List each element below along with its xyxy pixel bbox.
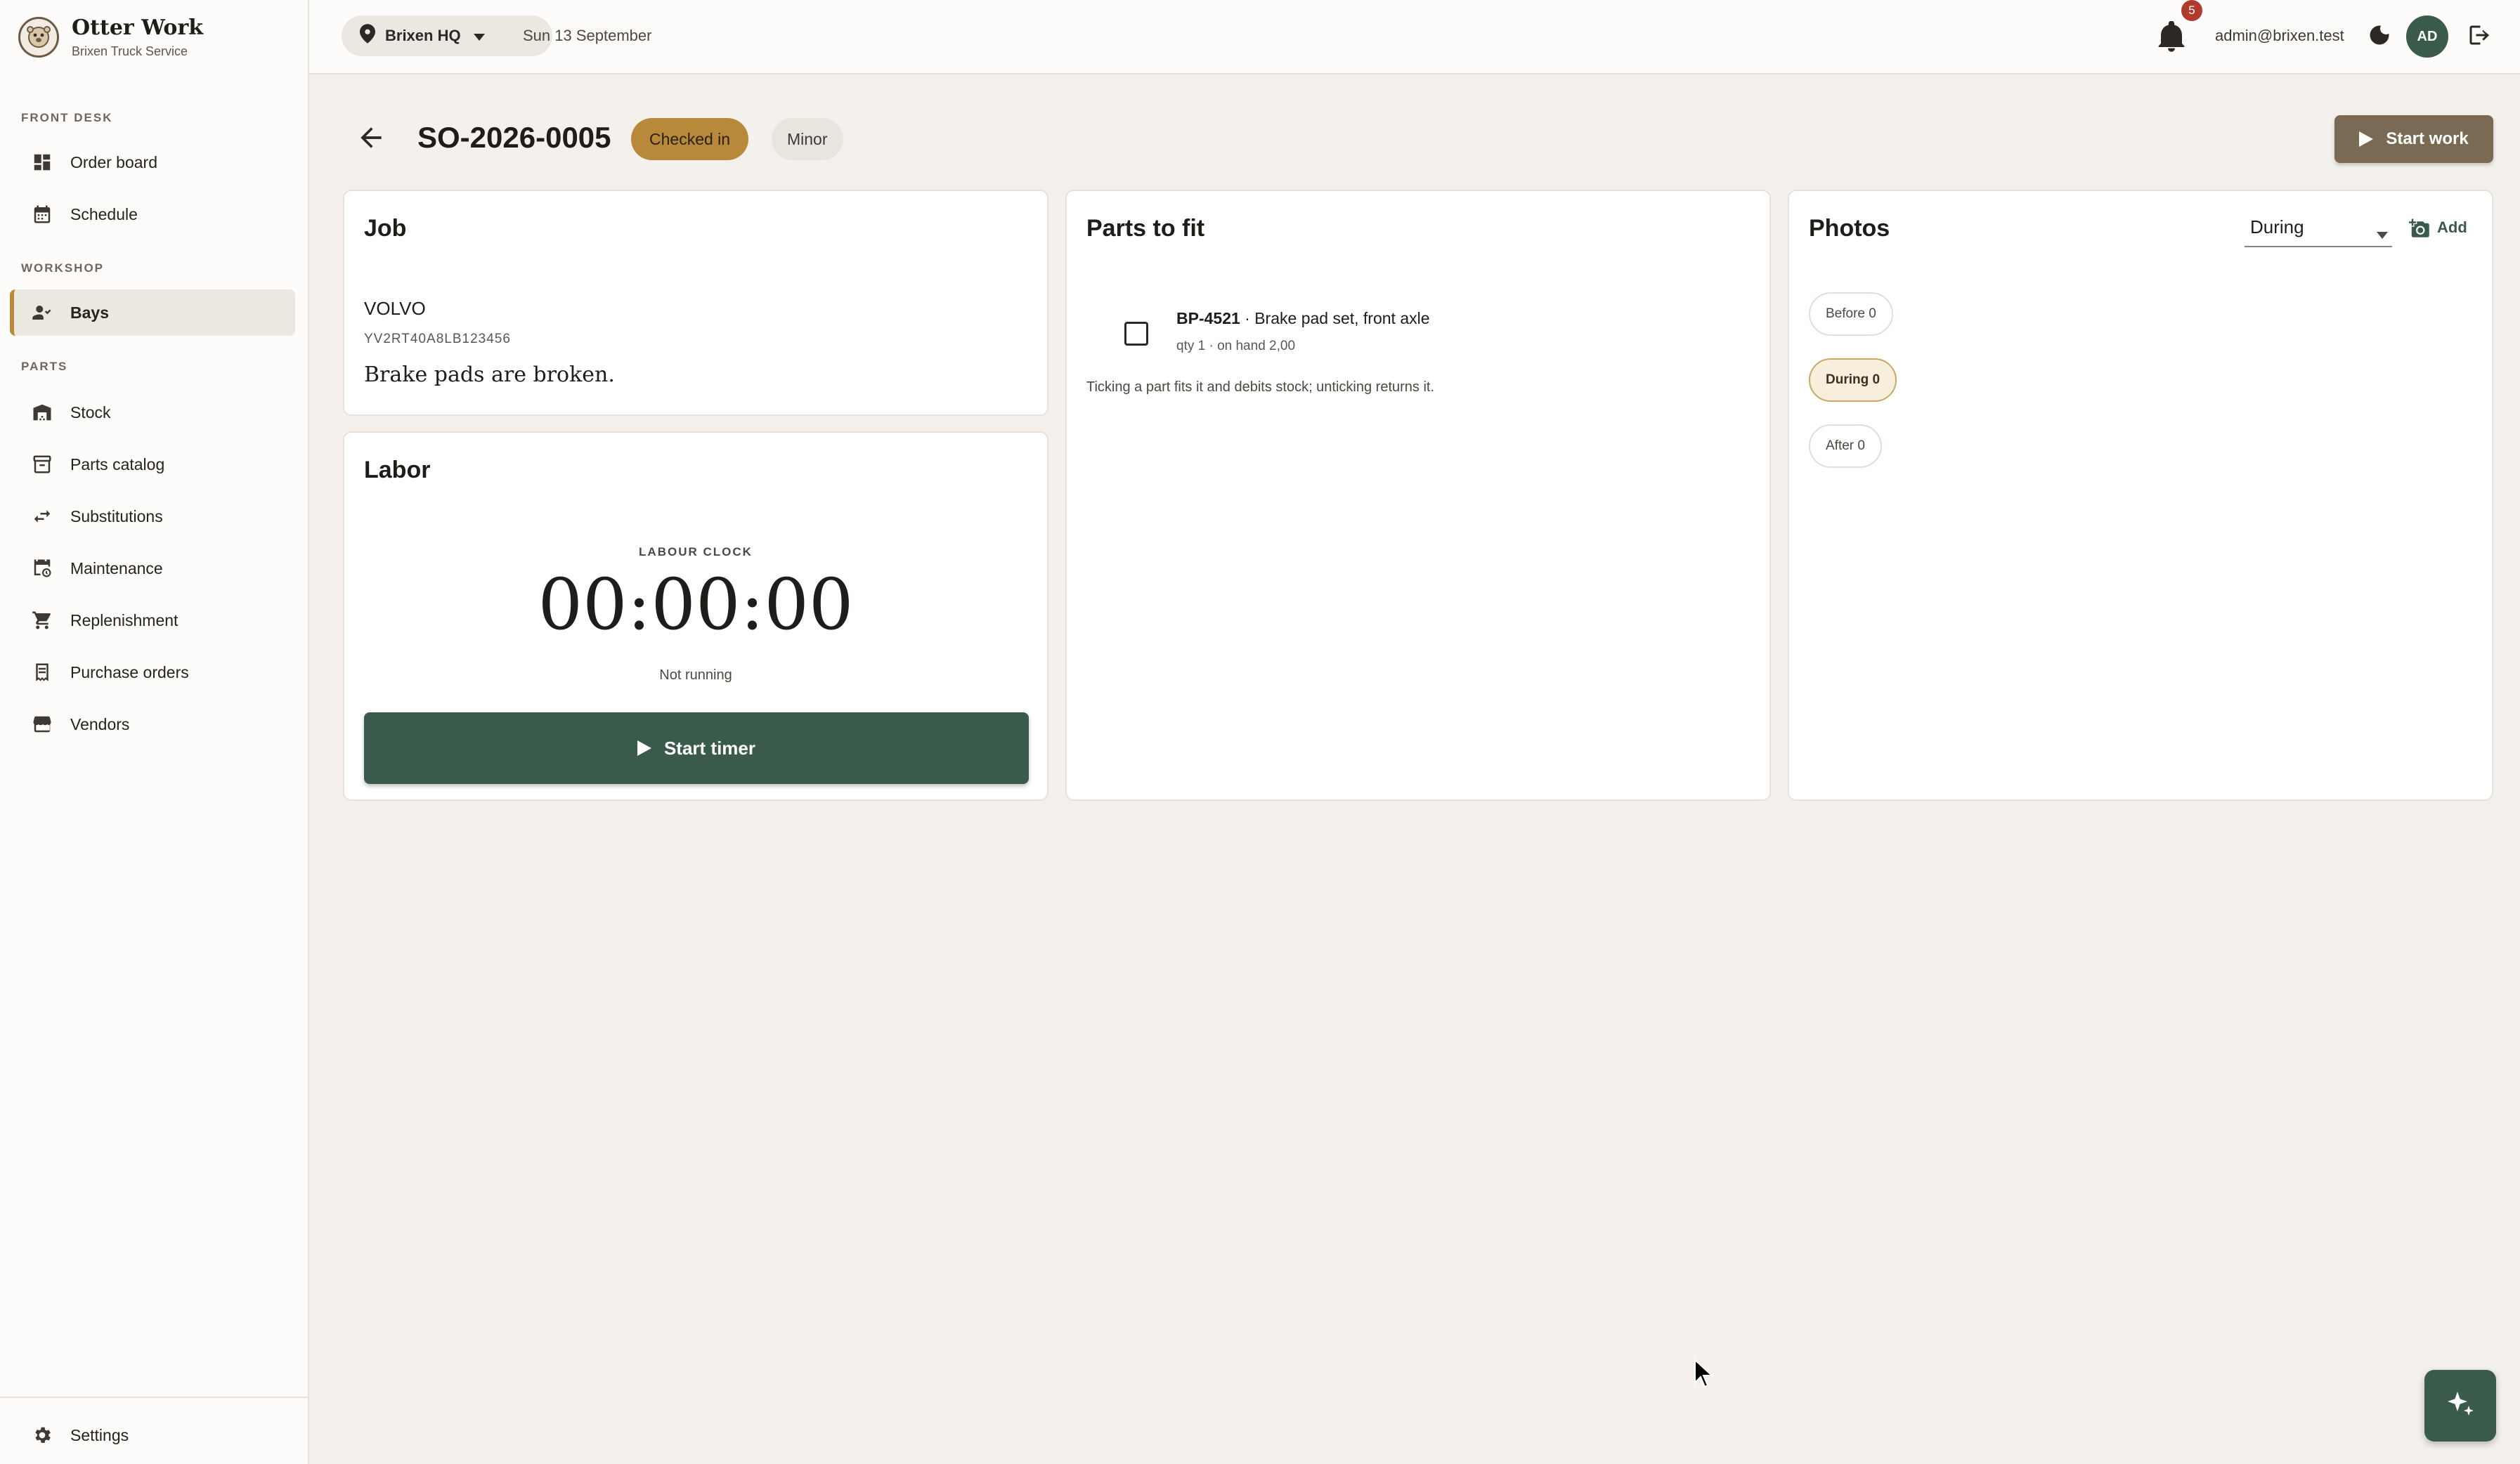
sidebar-item-label: Maintenance (70, 558, 163, 577)
section-label-front-desk: FRONT DESK (21, 111, 113, 124)
sparkle-icon (2448, 1392, 2474, 1416)
map-pin-icon (360, 24, 375, 48)
location-label: Brixen HQ (385, 27, 461, 44)
dashboard-icon (30, 150, 55, 175)
chevron-down-icon (2377, 222, 2388, 244)
otter-logo-icon (18, 17, 59, 58)
sidebar-item-label: Stock (70, 403, 111, 421)
labor-card-title: Labor (364, 457, 431, 483)
logout-icon[interactable] (2467, 22, 2495, 51)
store-icon (30, 712, 55, 737)
sidebar-item-label: Schedule (70, 204, 138, 223)
section-label-parts: PARTS (21, 360, 68, 373)
sidebar-item-label: Bays (70, 303, 109, 322)
sidebar-item-label: Purchase orders (70, 662, 189, 681)
sidebar-item-substitutions[interactable]: Substitutions (10, 493, 295, 540)
play-icon (2359, 131, 2374, 147)
job-description: Brake pads are broken. (364, 362, 615, 387)
people-icon (30, 300, 55, 325)
play-icon (637, 740, 651, 756)
sidebar: Otter Work Brixen Truck Service FRONT DE… (0, 0, 309, 1464)
ai-assistant-button[interactable] (2424, 1370, 2496, 1442)
job-card-title: Job (364, 215, 407, 242)
status-badge: Checked in (631, 118, 749, 160)
photo-filter-before[interactable]: Before 0 (1809, 292, 1893, 336)
photos-card-title: Photos (1809, 215, 1890, 242)
severity-badge: Minor (772, 118, 843, 160)
sidebar-item-order-board[interactable]: Order board (10, 139, 295, 185)
gear-icon (30, 1423, 55, 1448)
brand[interactable]: Otter Work Brixen Truck Service (18, 15, 203, 59)
sidebar-item-replenishment[interactable]: Replenishment (10, 597, 295, 643)
location-selector[interactable]: Brixen HQ (342, 15, 552, 56)
brand-subtitle: Brixen Truck Service (72, 44, 188, 58)
receipt-icon (30, 660, 55, 685)
start-work-button[interactable]: Start work (2334, 115, 2493, 163)
sidebar-item-bays[interactable]: Bays (10, 289, 295, 336)
current-date: Sun 13 September (523, 27, 652, 44)
chevron-down-icon (473, 27, 485, 45)
add-photo-label: Add (2437, 218, 2467, 236)
vehicle-make: VOLVO (364, 298, 426, 319)
start-timer-label: Start timer (663, 737, 756, 759)
camera-add-icon (2409, 218, 2429, 237)
swap-icon (30, 504, 55, 529)
sidebar-item-schedule[interactable]: Schedule (10, 191, 295, 237)
sidebar-item-label: Replenishment (70, 610, 178, 629)
parts-card-title: Parts to fit (1086, 215, 1205, 242)
sidebar-item-maintenance[interactable]: Maintenance (10, 545, 295, 592)
labour-clock-value: 00:00:00 (538, 563, 854, 646)
sidebar-divider (0, 1397, 309, 1398)
sidebar-item-settings[interactable]: Settings (10, 1412, 295, 1458)
sidebar-item-stock[interactable]: Stock (10, 389, 295, 436)
sidebar-item-label: Substitutions (70, 506, 163, 525)
sidebar-item-label: Settings (70, 1425, 129, 1444)
part-name: · Brake pad set, front axle (1240, 309, 1430, 327)
vehicle-vin: YV2RT40A8LB123456 (364, 332, 511, 346)
photo-phase-select[interactable]: During (2245, 208, 2392, 247)
job-card: Job VOLVO YV2RT40A8LB123456 Brake pads a… (343, 190, 1048, 416)
photos-card: Photos During Add Before 0 During 0 Afte… (1788, 190, 2493, 801)
moon-icon[interactable] (2367, 22, 2395, 51)
back-arrow-icon[interactable] (356, 122, 389, 156)
top-bar: Brixen HQ Sun 13 September 5 admin@brixe… (309, 0, 2520, 74)
sidebar-item-label: Order board (70, 152, 158, 171)
archive-icon (30, 452, 55, 477)
sidebar-item-parts-catalog[interactable]: Parts catalog (10, 441, 295, 488)
sidebar-item-vendors[interactable]: Vendors (10, 701, 295, 747)
start-timer-button[interactable]: Start timer (364, 712, 1029, 784)
brand-name: Otter Work (72, 15, 204, 40)
warehouse-icon (30, 400, 55, 425)
labor-card: Labor LABOUR CLOCK 00:00:00 Not running … (343, 431, 1048, 801)
notification-badge: 5 (2181, 0, 2202, 21)
bell-icon[interactable] (2157, 20, 2185, 52)
sidebar-item-label: Parts catalog (70, 455, 165, 473)
page-title: SO-2026-0005 (417, 121, 611, 154)
part-code: BP-4521 (1176, 309, 1240, 327)
avatar[interactable]: AD (2406, 15, 2448, 58)
parts-card: Parts to fit BP-4521 · Brake pad set, fr… (1065, 190, 1771, 801)
photo-filter-during[interactable]: During 0 (1809, 358, 1897, 402)
calendar-clock-icon (30, 556, 55, 581)
add-photo-button[interactable]: Add (2409, 212, 2467, 243)
calendar-icon (30, 202, 55, 227)
photo-filter-after[interactable]: After 0 (1809, 424, 1882, 468)
mouse-cursor-icon (1694, 1358, 1715, 1388)
sidebar-item-purchase-orders[interactable]: Purchase orders (10, 649, 295, 695)
photo-phase-value: During (2250, 216, 2304, 237)
labour-clock-label: LABOUR CLOCK (639, 545, 753, 558)
sidebar-item-label: Vendors (70, 714, 130, 733)
user-email: admin@brixen.test (2215, 27, 2344, 44)
part-meta: qty 1 · on hand 2,00 (1176, 339, 1296, 353)
section-label-workshop: WORKSHOP (21, 261, 104, 275)
labour-clock-status: Not running (659, 667, 732, 683)
part-item: BP-4521 · Brake pad set, front axle (1176, 309, 1430, 328)
cart-icon (30, 608, 55, 633)
parts-hint: Ticking a part fits it and debits stock;… (1086, 379, 1435, 395)
start-work-label: Start work (2386, 129, 2469, 148)
part-fitted-checkbox[interactable] (1124, 322, 1148, 346)
